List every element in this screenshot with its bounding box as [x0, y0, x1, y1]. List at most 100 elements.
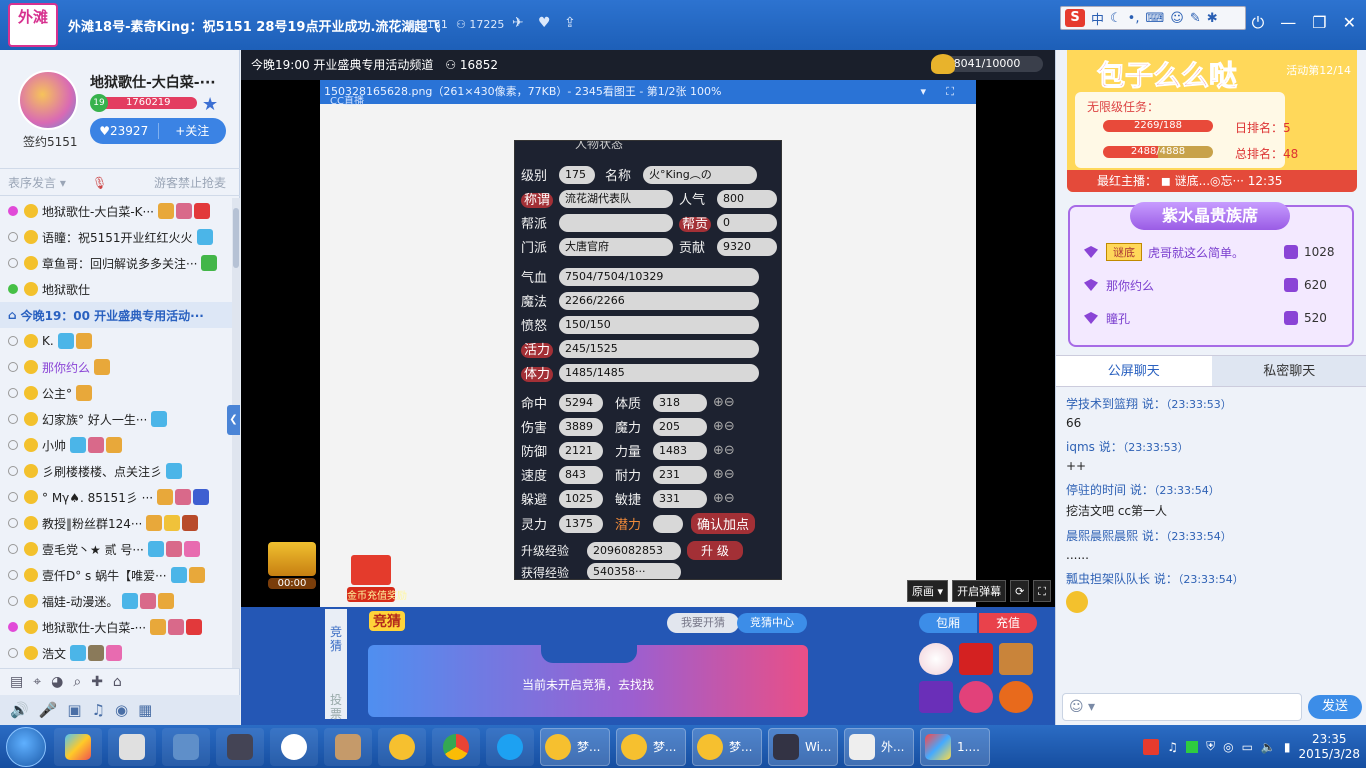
- music-icon[interactable]: ♫: [1167, 740, 1178, 754]
- share-icon[interactable]: ⇪: [564, 15, 576, 31]
- taskbar-pin[interactable]: [378, 727, 426, 766]
- taskbar-pin[interactable]: [270, 727, 318, 766]
- firecracker-gift-icon[interactable]: [999, 643, 1033, 675]
- fullscreen-icon[interactable]: ⛶: [946, 80, 954, 104]
- list-item[interactable]: 彡刷楼楼楼、点关注彡: [0, 458, 232, 484]
- house-icon[interactable]: ⌂: [113, 674, 122, 690]
- fortune-gift-icon[interactable]: [959, 643, 993, 675]
- taskbar-window[interactable]: Wi...: [768, 727, 838, 766]
- display-icon[interactable]: ▭: [1242, 740, 1253, 754]
- send-button[interactable]: 发送: [1308, 695, 1362, 719]
- guess-center-button[interactable]: 竞猜中心: [737, 613, 807, 633]
- confirm-points-button[interactable]: 确认加点: [691, 513, 756, 534]
- restore-icon[interactable]: ❐: [1312, 13, 1326, 33]
- network-icon[interactable]: ◎: [1223, 740, 1233, 754]
- list-item[interactable]: 地狱歌仕-大白菜-K···: [0, 198, 232, 224]
- avatar[interactable]: [18, 70, 78, 130]
- bun-gift-icon[interactable]: [919, 643, 953, 675]
- plus-minus-icon[interactable]: ⊕⊖: [713, 467, 735, 482]
- noble-row[interactable]: 瞳孔 520: [1084, 303, 1344, 333]
- dropdown-icon[interactable]: ▾: [920, 80, 926, 104]
- channel-notice[interactable]: ⌂ 今晚19：00 开业盛典专用活动···: [0, 302, 232, 328]
- clock[interactable]: 23:35 2015/3/28: [1298, 732, 1360, 762]
- fullscreen-icon[interactable]: ⛶: [1033, 580, 1051, 602]
- list-item[interactable]: 浩文: [0, 640, 232, 666]
- chat-sender[interactable]: iqms 说：: [1066, 440, 1123, 454]
- like-button[interactable]: ♥23927: [90, 118, 158, 144]
- shield-icon[interactable]: ⛨: [1206, 739, 1215, 754]
- list-item[interactable]: 壹毛党丶★ 贰 号···: [0, 536, 232, 562]
- list-item[interactable]: 语瞳：祝5151开业红红火火: [0, 224, 232, 250]
- taskbar-pin[interactable]: [324, 727, 372, 766]
- ime-toolbar[interactable]: S 中 ☾ •, ⌨ ☺ ✎ ✱: [1060, 6, 1246, 30]
- taskbar-pin[interactable]: [162, 727, 210, 766]
- taskbar-pin[interactable]: [108, 727, 156, 766]
- chat-sender[interactable]: 学技术到篮翔 说：: [1066, 397, 1166, 411]
- tab-guess[interactable]: 竞猜: [325, 625, 347, 653]
- start-button[interactable]: [6, 726, 46, 767]
- noble-row[interactable]: 谜底 虎哥就这么简单。 1028: [1084, 237, 1344, 267]
- crystal-gift-icon[interactable]: [919, 681, 953, 713]
- chat-sender[interactable]: 停驻的时间 说：: [1066, 483, 1154, 497]
- v5-gift-icon[interactable]: [999, 681, 1033, 713]
- list-item[interactable]: 章鱼哥：回归解说多多关注···: [0, 250, 232, 276]
- treasure-chest[interactable]: 00:00: [268, 542, 316, 594]
- list-item[interactable]: 小帅: [0, 432, 232, 458]
- list-item[interactable]: 壹仟D° s 蜗牛【唯爱···: [0, 562, 232, 588]
- wrap-button[interactable]: 包厢: [919, 613, 977, 633]
- contacts-icon[interactable]: ▤: [10, 674, 23, 690]
- taskbar-window[interactable]: 梦...: [692, 727, 762, 766]
- layout-icon[interactable]: ▦: [138, 701, 152, 719]
- plus-minus-icon[interactable]: ⊕⊖: [713, 419, 735, 434]
- volume-icon[interactable]: ▣: [67, 701, 81, 719]
- mic-icon[interactable]: 🎤: [39, 701, 58, 719]
- taskbar-window[interactable]: 1....: [920, 727, 990, 766]
- list-item[interactable]: 福娃-动漫迷。: [0, 588, 232, 614]
- location-icon[interactable]: ⌖: [33, 674, 41, 690]
- minimize-icon[interactable]: —: [1280, 13, 1296, 33]
- danmaku-toggle[interactable]: 开启弹幕: [952, 580, 1007, 602]
- tab-private-chat[interactable]: 私密聊天: [1211, 356, 1366, 386]
- guest-rule[interactable]: 游客禁止抢麦: [154, 169, 226, 197]
- taskbar-pin[interactable]: [54, 727, 102, 766]
- moon-icon[interactable]: ☾: [1110, 11, 1122, 26]
- speaker-icon[interactable]: 🔈: [1261, 740, 1276, 754]
- taskbar-pin[interactable]: [432, 727, 480, 766]
- power-icon[interactable]: ⏻: [1252, 13, 1265, 33]
- music-icon[interactable]: ♫: [92, 701, 105, 719]
- plus-minus-icon[interactable]: ⊕⊖: [713, 443, 735, 458]
- noble-row[interactable]: 那你约么 620: [1084, 270, 1344, 300]
- collapse-panel-button[interactable]: ❮: [227, 405, 240, 435]
- top-host-banner[interactable]: 最红主播： ◼ 谜底...◎忘··· 12:35: [1067, 170, 1357, 192]
- battery-icon[interactable]: ▮: [1284, 740, 1291, 754]
- taskbar-window[interactable]: 外...: [844, 727, 914, 766]
- list-item[interactable]: 地狱歌仕-大白菜-···: [0, 614, 232, 640]
- chat-sender[interactable]: 瓢虫担架队队长 说：: [1066, 572, 1178, 586]
- lips-gift-icon[interactable]: [959, 681, 993, 713]
- plus-minus-icon[interactable]: ⊕⊖: [713, 395, 735, 410]
- mic-off-icon[interactable]: 🎙: [92, 169, 107, 197]
- ime-mode[interactable]: 中: [1091, 9, 1104, 28]
- speaker-icon[interactable]: 🔊: [10, 701, 29, 719]
- taskbar-pin[interactable]: [216, 727, 264, 766]
- list-item[interactable]: K.: [0, 328, 232, 354]
- tab-vote[interactable]: 投票: [325, 693, 347, 721]
- emoji-icon[interactable]: ☺: [1069, 699, 1084, 715]
- list-item[interactable]: 教授‖粉丝群124···: [0, 510, 232, 536]
- close-icon[interactable]: ✕: [1343, 13, 1356, 33]
- record-icon[interactable]: ◉: [115, 701, 128, 719]
- list-item[interactable]: 公主°: [0, 380, 232, 406]
- channel-logo[interactable]: 外滩: [8, 3, 58, 47]
- list-item[interactable]: 幻家族° 好人一生···: [0, 406, 232, 432]
- plane-icon[interactable]: ✈: [512, 15, 524, 31]
- taskbar-window[interactable]: 梦...: [540, 727, 610, 766]
- start-guess-button[interactable]: 我要开猜: [667, 613, 739, 633]
- taskbar-window[interactable]: 梦...: [616, 727, 686, 766]
- list-item[interactable]: 那你约么: [0, 354, 232, 380]
- sogou-icon[interactable]: S: [1065, 9, 1085, 27]
- recharge-reward[interactable]: 金币充值奖励: [347, 555, 407, 602]
- quality-dropdown[interactable]: 原画 ▾: [907, 580, 949, 602]
- follow-button[interactable]: +关注: [159, 118, 227, 144]
- tools-icon[interactable]: ✱: [1207, 11, 1218, 26]
- gamepad-icon[interactable]: ✚: [91, 674, 103, 690]
